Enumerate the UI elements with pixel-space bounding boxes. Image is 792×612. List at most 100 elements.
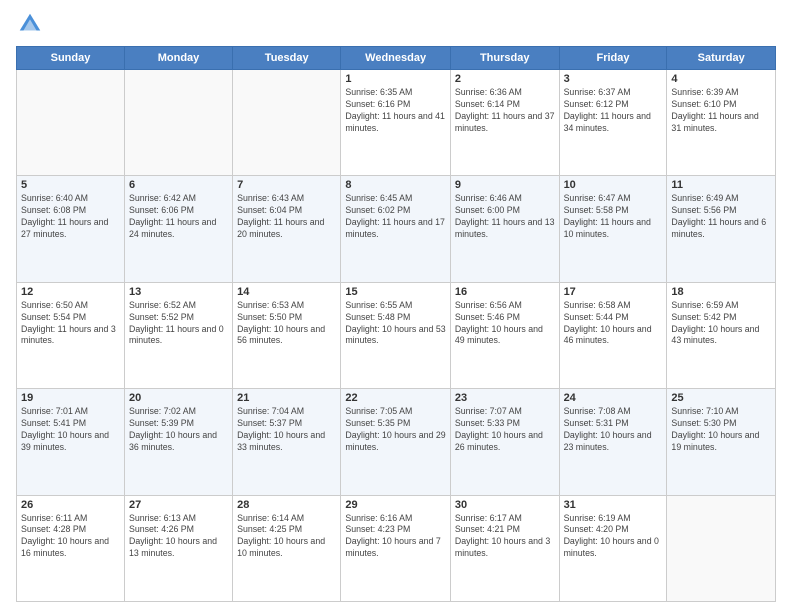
day-number: 2: [455, 73, 555, 85]
day-number: 28: [237, 499, 336, 511]
day-info: Sunrise: 6:11 AM Sunset: 4:28 PM Dayligh…: [21, 513, 120, 561]
calendar-cell: [124, 70, 232, 176]
calendar-cell: 1 Sunrise: 6:35 AM Sunset: 6:16 PM Daylig…: [341, 70, 451, 176]
calendar-cell: 21 Sunrise: 7:04 AM Sunset: 5:37 PM Dayli…: [233, 389, 341, 495]
header: [16, 10, 776, 38]
day-info: Sunrise: 6:14 AM Sunset: 4:25 PM Dayligh…: [237, 513, 336, 561]
day-number: 23: [455, 392, 555, 404]
day-info: Sunrise: 6:16 AM Sunset: 4:23 PM Dayligh…: [345, 513, 446, 561]
calendar-week-5: 26 Sunrise: 6:11 AM Sunset: 4:28 PM Dayli…: [17, 495, 776, 601]
day-info: Sunrise: 6:52 AM Sunset: 5:52 PM Dayligh…: [129, 300, 228, 348]
calendar-cell: 6 Sunrise: 6:42 AM Sunset: 6:06 PM Daylig…: [124, 176, 232, 282]
calendar-table: SundayMondayTuesdayWednesdayThursdayFrid…: [16, 46, 776, 602]
day-number: 14: [237, 286, 336, 298]
calendar-cell: 11 Sunrise: 6:49 AM Sunset: 5:56 PM Dayli…: [667, 176, 776, 282]
calendar-cell: 29 Sunrise: 6:16 AM Sunset: 4:23 PM Dayli…: [341, 495, 451, 601]
day-info: Sunrise: 6:17 AM Sunset: 4:21 PM Dayligh…: [455, 513, 555, 561]
day-number: 6: [129, 179, 228, 191]
day-number: 11: [671, 179, 771, 191]
day-number: 5: [21, 179, 120, 191]
days-header-row: SundayMondayTuesdayWednesdayThursdayFrid…: [17, 47, 776, 70]
day-info: Sunrise: 6:39 AM Sunset: 6:10 PM Dayligh…: [671, 87, 771, 135]
calendar-cell: 25Sunrise: 7:10 AM Sunset: 5:30 PM Dayli…: [667, 389, 776, 495]
day-info: Sunrise: 7:08 AM Sunset: 5:31 PM Dayligh…: [564, 406, 663, 454]
day-info: Sunrise: 7:07 AM Sunset: 5:33 PM Dayligh…: [455, 406, 555, 454]
day-header-saturday: Saturday: [667, 47, 776, 70]
day-info: Sunrise: 6:35 AM Sunset: 6:16 PM Dayligh…: [345, 87, 446, 135]
calendar-week-4: 19Sunrise: 7:01 AM Sunset: 5:41 PM Dayli…: [17, 389, 776, 495]
calendar-cell: 19Sunrise: 7:01 AM Sunset: 5:41 PM Dayli…: [17, 389, 125, 495]
day-info: Sunrise: 7:01 AM Sunset: 5:41 PM Dayligh…: [21, 406, 120, 454]
calendar-week-1: 1 Sunrise: 6:35 AM Sunset: 6:16 PM Daylig…: [17, 70, 776, 176]
calendar-cell: 14Sunrise: 6:53 AM Sunset: 5:50 PM Dayli…: [233, 282, 341, 388]
calendar-cell: 20 Sunrise: 7:02 AM Sunset: 5:39 PM Dayli…: [124, 389, 232, 495]
day-number: 12: [21, 286, 120, 298]
calendar-cell: 18Sunrise: 6:59 AM Sunset: 5:42 PM Dayli…: [667, 282, 776, 388]
day-number: 27: [129, 499, 228, 511]
logo-icon: [16, 10, 44, 38]
day-info: Sunrise: 7:02 AM Sunset: 5:39 PM Dayligh…: [129, 406, 228, 454]
day-number: 18: [671, 286, 771, 298]
calendar-cell: 24 Sunrise: 7:08 AM Sunset: 5:31 PM Dayli…: [559, 389, 667, 495]
day-number: 1: [345, 73, 446, 85]
day-info: Sunrise: 6:40 AM Sunset: 6:08 PM Dayligh…: [21, 193, 120, 241]
calendar-cell: 16 Sunrise: 6:56 AM Sunset: 5:46 PM Dayli…: [450, 282, 559, 388]
day-info: Sunrise: 6:42 AM Sunset: 6:06 PM Dayligh…: [129, 193, 228, 241]
page: SundayMondayTuesdayWednesdayThursdayFrid…: [0, 0, 792, 612]
calendar-cell: 7Sunrise: 6:43 AM Sunset: 6:04 PM Daylig…: [233, 176, 341, 282]
day-header-wednesday: Wednesday: [341, 47, 451, 70]
calendar-cell: 26 Sunrise: 6:11 AM Sunset: 4:28 PM Dayli…: [17, 495, 125, 601]
calendar-cell: 4Sunrise: 6:39 AM Sunset: 6:10 PM Daylig…: [667, 70, 776, 176]
day-info: Sunrise: 6:36 AM Sunset: 6:14 PM Dayligh…: [455, 87, 555, 135]
day-info: Sunrise: 6:49 AM Sunset: 5:56 PM Dayligh…: [671, 193, 771, 241]
day-info: Sunrise: 6:45 AM Sunset: 6:02 PM Dayligh…: [345, 193, 446, 241]
day-info: Sunrise: 6:13 AM Sunset: 4:26 PM Dayligh…: [129, 513, 228, 561]
calendar-cell: 28 Sunrise: 6:14 AM Sunset: 4:25 PM Dayli…: [233, 495, 341, 601]
day-number: 20: [129, 392, 228, 404]
calendar-cell: 17 Sunrise: 6:58 AM Sunset: 5:44 PM Dayli…: [559, 282, 667, 388]
calendar-cell: 10Sunrise: 6:47 AM Sunset: 5:58 PM Dayli…: [559, 176, 667, 282]
calendar-cell: 5 Sunrise: 6:40 AM Sunset: 6:08 PM Daylig…: [17, 176, 125, 282]
day-number: 15: [345, 286, 446, 298]
day-info: Sunrise: 6:37 AM Sunset: 6:12 PM Dayligh…: [564, 87, 663, 135]
day-info: Sunrise: 6:50 AM Sunset: 5:54 PM Dayligh…: [21, 300, 120, 348]
calendar-cell: [667, 495, 776, 601]
day-info: Sunrise: 6:58 AM Sunset: 5:44 PM Dayligh…: [564, 300, 663, 348]
day-info: Sunrise: 6:19 AM Sunset: 4:20 PM Dayligh…: [564, 513, 663, 561]
day-info: Sunrise: 6:56 AM Sunset: 5:46 PM Dayligh…: [455, 300, 555, 348]
day-number: 8: [345, 179, 446, 191]
calendar-cell: 12 Sunrise: 6:50 AM Sunset: 5:54 PM Dayli…: [17, 282, 125, 388]
logo: [16, 10, 48, 38]
calendar-cell: 23 Sunrise: 7:07 AM Sunset: 5:33 PM Dayli…: [450, 389, 559, 495]
day-number: 24: [564, 392, 663, 404]
day-info: Sunrise: 6:46 AM Sunset: 6:00 PM Dayligh…: [455, 193, 555, 241]
calendar-cell: 22 Sunrise: 7:05 AM Sunset: 5:35 PM Dayli…: [341, 389, 451, 495]
day-info: Sunrise: 7:05 AM Sunset: 5:35 PM Dayligh…: [345, 406, 446, 454]
calendar-cell: 31Sunrise: 6:19 AM Sunset: 4:20 PM Dayli…: [559, 495, 667, 601]
calendar-header: SundayMondayTuesdayWednesdayThursdayFrid…: [17, 47, 776, 70]
day-header-sunday: Sunday: [17, 47, 125, 70]
calendar-cell: 13 Sunrise: 6:52 AM Sunset: 5:52 PM Dayli…: [124, 282, 232, 388]
day-header-thursday: Thursday: [450, 47, 559, 70]
day-number: 21: [237, 392, 336, 404]
day-number: 29: [345, 499, 446, 511]
day-number: 22: [345, 392, 446, 404]
day-info: Sunrise: 7:04 AM Sunset: 5:37 PM Dayligh…: [237, 406, 336, 454]
calendar-cell: 30Sunrise: 6:17 AM Sunset: 4:21 PM Dayli…: [450, 495, 559, 601]
day-number: 26: [21, 499, 120, 511]
calendar-week-3: 12 Sunrise: 6:50 AM Sunset: 5:54 PM Dayli…: [17, 282, 776, 388]
day-info: Sunrise: 6:47 AM Sunset: 5:58 PM Dayligh…: [564, 193, 663, 241]
day-number: 25: [671, 392, 771, 404]
day-header-monday: Monday: [124, 47, 232, 70]
calendar-cell: 2 Sunrise: 6:36 AM Sunset: 6:14 PM Daylig…: [450, 70, 559, 176]
day-info: Sunrise: 6:55 AM Sunset: 5:48 PM Dayligh…: [345, 300, 446, 348]
day-number: 13: [129, 286, 228, 298]
day-number: 16: [455, 286, 555, 298]
day-header-friday: Friday: [559, 47, 667, 70]
day-number: 7: [237, 179, 336, 191]
day-number: 9: [455, 179, 555, 191]
calendar-cell: 27 Sunrise: 6:13 AM Sunset: 4:26 PM Dayli…: [124, 495, 232, 601]
calendar-cell: [17, 70, 125, 176]
calendar-cell: 8 Sunrise: 6:45 AM Sunset: 6:02 PM Daylig…: [341, 176, 451, 282]
day-number: 17: [564, 286, 663, 298]
